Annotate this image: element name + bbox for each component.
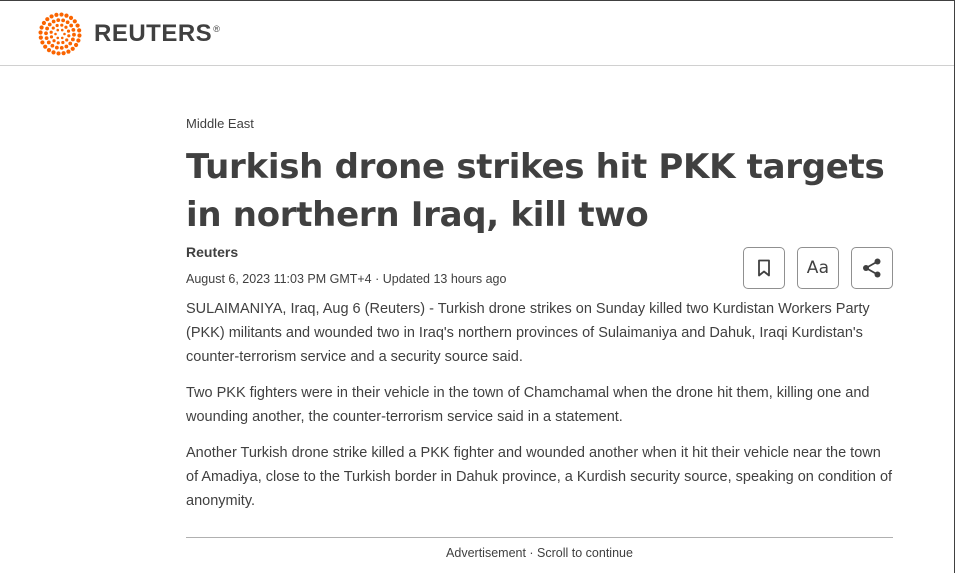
bookmark-icon — [758, 259, 770, 277]
logo-dot — [45, 17, 50, 22]
logo-dot — [68, 15, 74, 21]
logo-dot — [65, 38, 69, 42]
logo-dot — [67, 34, 71, 38]
section-link[interactable]: Middle East — [186, 116, 254, 131]
logo-dot — [70, 37, 75, 42]
logo-dot — [56, 28, 60, 32]
logo-dot — [40, 40, 45, 45]
logo-dot — [73, 42, 79, 48]
logo-dot — [55, 23, 59, 28]
logo-dot — [59, 45, 64, 50]
logo-dot — [52, 39, 56, 43]
text-size-label: Aa — [806, 258, 830, 278]
logo-dot — [50, 43, 55, 48]
logo-dot — [54, 45, 59, 50]
logo-dot — [64, 25, 68, 29]
logo-dot — [63, 32, 66, 36]
logo-dot — [72, 32, 76, 37]
logo-dot — [51, 26, 55, 30]
logo-dot — [71, 27, 76, 32]
advertisement-divider — [186, 537, 893, 538]
article-body: SULAIMANIYA, Iraq, Aug 6 (Reuters) - Tur… — [186, 297, 894, 525]
byline-author[interactable]: Reuters — [186, 244, 238, 260]
logo-dot — [41, 20, 47, 26]
article-paragraph: Another Turkish drone strike killed a PK… — [186, 445, 893, 509]
logo-dot — [56, 41, 60, 45]
share-icon — [863, 258, 881, 278]
logo-dot — [64, 13, 69, 18]
logo-dot — [60, 23, 64, 27]
logo-dot — [69, 23, 74, 28]
logo-dot — [76, 38, 81, 43]
logo-dot — [61, 40, 65, 45]
logo-dot — [77, 28, 82, 33]
logo-dot — [49, 35, 54, 39]
bookmark-button[interactable] — [743, 247, 785, 289]
logo-dot — [61, 18, 66, 23]
logo-dot — [54, 32, 57, 36]
logo-dot — [64, 44, 69, 49]
logo-dot — [56, 36, 60, 40]
advertisement-label: Advertisement · Scroll to continue — [446, 546, 633, 560]
logo-dot — [49, 14, 54, 19]
logo-dot — [43, 44, 48, 49]
logo-dot — [59, 12, 64, 17]
article-tools: Aa — [743, 247, 893, 289]
logo-dot — [51, 50, 56, 55]
logo-dot — [60, 36, 64, 40]
logo-dot — [66, 29, 71, 33]
logo-dot — [60, 28, 64, 32]
logo-dot — [46, 47, 52, 53]
text-size-button[interactable]: Aa — [797, 247, 839, 289]
logo-dot — [38, 30, 43, 35]
article-paragraph: Two PKK fighters were in their vehicle i… — [186, 385, 870, 425]
reuters-logo[interactable]: REUTERS® — [36, 12, 220, 56]
logo-dot — [77, 33, 82, 38]
site-header: REUTERS® — [0, 1, 954, 66]
logo-dot — [51, 19, 56, 24]
logo-dot — [38, 35, 43, 40]
logo-dot — [44, 31, 48, 36]
logo-dot — [70, 46, 75, 51]
share-button[interactable] — [851, 247, 893, 289]
logo-dot — [75, 23, 80, 28]
logo-dot — [66, 49, 71, 54]
registered-mark: ® — [213, 24, 221, 34]
logo-dot — [46, 40, 51, 45]
reuters-dot-logo-icon — [38, 12, 82, 56]
logo-dot — [49, 30, 53, 34]
logo-dot — [68, 41, 73, 46]
logo-dot — [72, 19, 77, 24]
article-dateline: August 6, 2023 11:03 PM GMT+4 · Updated … — [186, 272, 507, 286]
logo-dot — [39, 25, 44, 30]
logo-dot — [61, 51, 66, 56]
logo-dot — [56, 18, 61, 23]
logo-dot — [45, 26, 50, 31]
logo-dot — [47, 22, 52, 27]
brand-name: REUTERS® — [94, 20, 221, 47]
logo-dot — [44, 36, 49, 41]
article-headline: Turkish drone strikes hit PKK targets in… — [186, 147, 885, 235]
article-paragraph: SULAIMANIYA, Iraq, Aug 6 (Reuters) - Tur… — [186, 301, 870, 365]
logo-dot — [65, 20, 70, 25]
logo-dot — [56, 51, 61, 56]
logo-dot — [54, 12, 59, 17]
